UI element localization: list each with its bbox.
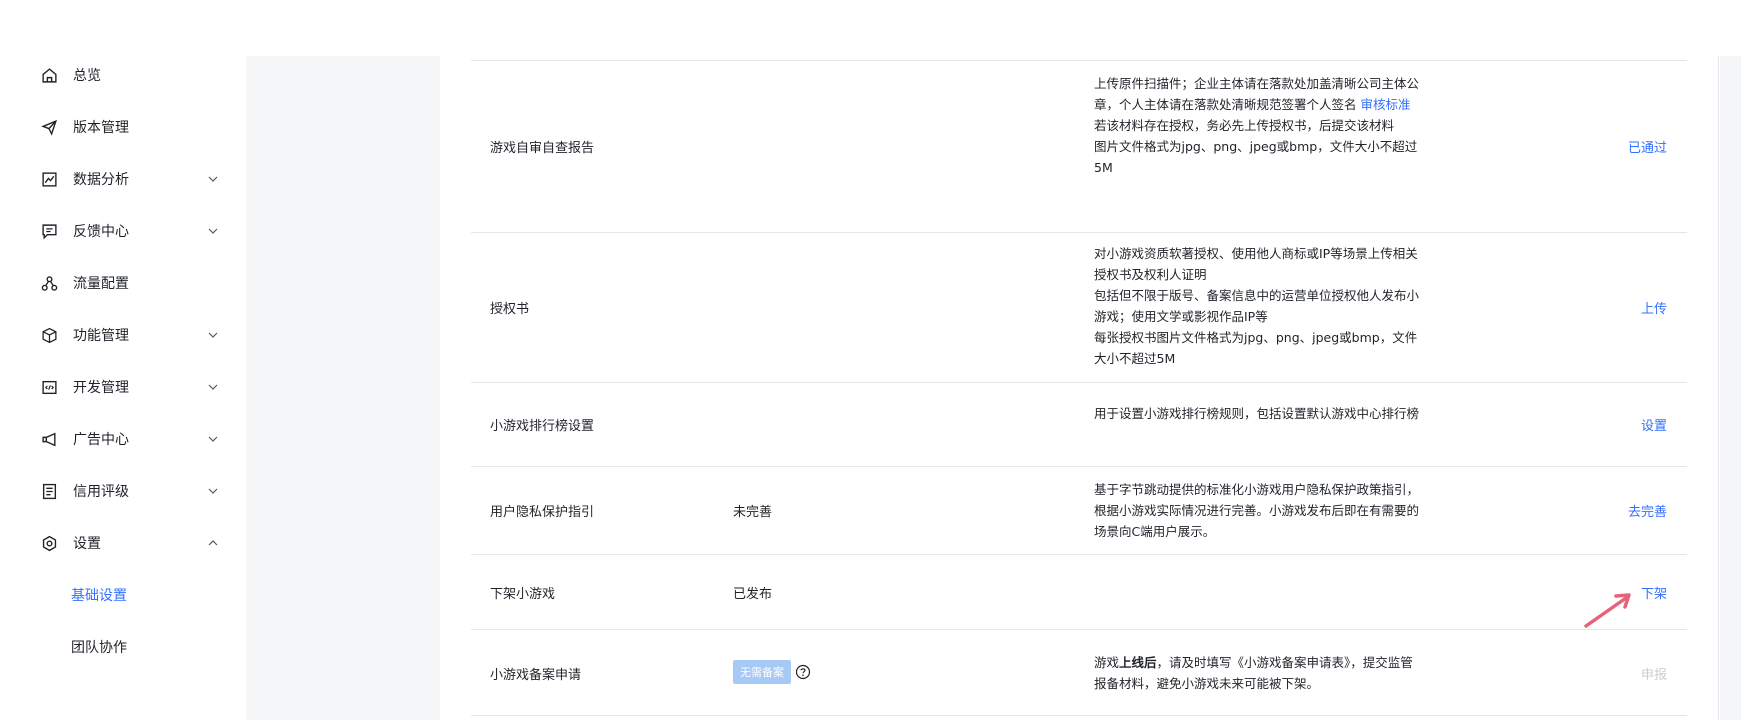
row-name: 授权书 bbox=[490, 302, 530, 317]
sidebar-item-label: 信用评级 bbox=[73, 484, 129, 500]
apply-button[interactable]: 申报 bbox=[1641, 664, 1667, 683]
row-status: 已发布 bbox=[733, 587, 773, 602]
code-icon bbox=[41, 379, 58, 396]
table-row: 下架小游戏 已发布 下架 bbox=[471, 555, 1687, 630]
desc-text: 每张授权书图片文件格式为jpg、png、jpeg或bmp，文件大小不超过5M bbox=[1094, 330, 1418, 366]
review-standard-link[interactable]: 审核标准 bbox=[1361, 97, 1411, 112]
sidebar-subitem-team[interactable]: 团队协作 bbox=[0, 627, 246, 667]
message-icon bbox=[41, 223, 58, 240]
sidebar-item-development[interactable]: 开发管理 bbox=[0, 367, 246, 407]
table-row: 小游戏备案申请 无需备案 游戏上线后，请及时填写《小游戏备案申请表》，提交监管报… bbox=[471, 630, 1687, 716]
cube-icon bbox=[41, 327, 58, 344]
row-description: 用于设置小游戏排行榜规则，包括设置默认游戏中心排行榜 bbox=[1094, 403, 1424, 424]
chevron-down-icon bbox=[208, 228, 218, 234]
home-icon bbox=[41, 67, 58, 84]
sidebar-item-overview[interactable]: 总览 bbox=[0, 55, 246, 95]
desc-text: 用于设置小游戏排行榜规则，包括设置默认游戏中心排行榜 bbox=[1094, 406, 1420, 421]
desc-text: 包括但不限于版号、备案信息中的运营单位授权他人发布小游戏；使用文学或影视作品IP… bbox=[1094, 288, 1420, 324]
sidebar-item-label: 开发管理 bbox=[73, 380, 129, 396]
sidebar-item-traffic[interactable]: 流量配置 bbox=[0, 263, 246, 303]
chevron-down-icon bbox=[208, 384, 218, 390]
table-row: 授权书 对小游戏资质软著授权、使用他人商标或IP等场景上传相关授权书及权利人证明… bbox=[471, 233, 1687, 383]
chevron-down-icon bbox=[208, 488, 218, 494]
row-description: 对小游戏资质软著授权、使用他人商标或IP等场景上传相关授权书及权利人证明 包括但… bbox=[1094, 243, 1424, 369]
sidebar-item-label: 反馈中心 bbox=[73, 224, 129, 240]
sidebar-item-label: 版本管理 bbox=[73, 120, 129, 136]
passed-button[interactable]: 已通过 bbox=[1628, 137, 1667, 156]
row-description: 基于字节跳动提供的标准化小游戏用户隐私保护政策指引，根据小游戏实际情况进行完善。… bbox=[1094, 479, 1424, 542]
sidebar-subitem-basic-settings[interactable]: 基础设置 bbox=[0, 575, 246, 615]
share-icon bbox=[41, 275, 58, 292]
chevron-up-icon bbox=[208, 540, 218, 546]
row-name: 游戏自审自查报告 bbox=[490, 141, 595, 156]
desc-text: 基于字节跳动提供的标准化小游戏用户隐私保护政策指引，根据小游戏实际情况进行完善。… bbox=[1094, 482, 1420, 539]
gear-icon bbox=[41, 535, 58, 552]
row-status: 未完善 bbox=[733, 505, 773, 520]
table-row: 游戏自审自查报告 上传原件扫描件；企业主体请在落款处加盖清晰公司主体公章，个人主… bbox=[471, 61, 1687, 233]
sidebar-item-settings[interactable]: 设置 bbox=[0, 523, 246, 563]
scrollbar-track[interactable] bbox=[1718, 56, 1719, 720]
row-name: 下架小游戏 bbox=[490, 587, 556, 602]
sidebar-item-label: 功能管理 bbox=[73, 328, 129, 344]
takedown-button[interactable]: 下架 bbox=[1641, 583, 1667, 602]
sidebar-item-label: 设置 bbox=[73, 536, 101, 552]
desc-text: 游戏 bbox=[1094, 655, 1120, 670]
row-name: 用户隐私保护指引 bbox=[490, 505, 595, 520]
desc-text: 图片文件格式为jpg、png、jpeg或bmp，文件大小不超过5M bbox=[1094, 139, 1418, 175]
sidebar-item-features[interactable]: 功能管理 bbox=[0, 315, 246, 355]
status-badge: 无需备案 bbox=[733, 660, 791, 684]
row-status: 无需备案 bbox=[733, 660, 811, 684]
sidebar-item-analytics[interactable]: 数据分析 bbox=[0, 159, 246, 199]
sidebar: 总览 版本管理 数据分析 反馈中心 流量配置 功能管理 开发管理 广告中心 信用… bbox=[0, 0, 246, 720]
sidebar-item-label: 基础设置 bbox=[71, 588, 127, 604]
upload-button[interactable]: 上传 bbox=[1641, 298, 1667, 317]
document-icon bbox=[41, 483, 58, 500]
chevron-down-icon bbox=[208, 332, 218, 338]
table-row: 小游戏排行榜设置 用于设置小游戏排行榜规则，包括设置默认游戏中心排行榜 设置 bbox=[471, 383, 1687, 467]
sidebar-item-label: 广告中心 bbox=[73, 432, 129, 448]
desc-text: 若该材料存在授权，务必先上传授权书，后提交该材料 bbox=[1094, 118, 1395, 133]
annotation-arrow-icon bbox=[1584, 593, 1631, 628]
help-icon[interactable] bbox=[795, 664, 811, 680]
chevron-down-icon bbox=[208, 176, 218, 182]
row-description: 上传原件扫描件；企业主体请在落款处加盖清晰公司主体公章，个人主体请在落款处清晰规… bbox=[1094, 73, 1424, 178]
table-row: 用户隐私保护指引 未完善 基于字节跳动提供的标准化小游戏用户隐私保护政策指引，根… bbox=[471, 467, 1687, 555]
complete-button[interactable]: 去完善 bbox=[1628, 501, 1667, 520]
sidebar-item-label: 流量配置 bbox=[73, 276, 129, 292]
row-description: 游戏上线后，请及时填写《小游戏备案申请表》，提交监管报备材料，避免小游戏未来可能… bbox=[1094, 652, 1424, 694]
send-icon bbox=[41, 119, 58, 136]
sidebar-item-credit[interactable]: 信用评级 bbox=[0, 471, 246, 511]
sidebar-item-label: 总览 bbox=[73, 68, 101, 84]
row-name: 小游戏备案申请 bbox=[490, 668, 582, 683]
megaphone-icon bbox=[41, 431, 58, 448]
desc-bold-text: 上线后 bbox=[1119, 655, 1157, 670]
sidebar-item-label: 数据分析 bbox=[73, 172, 129, 188]
chart-icon bbox=[41, 171, 58, 188]
sidebar-item-version[interactable]: 版本管理 bbox=[0, 107, 246, 147]
row-name: 小游戏排行榜设置 bbox=[490, 419, 595, 434]
sidebar-item-ads[interactable]: 广告中心 bbox=[0, 419, 246, 459]
chevron-down-icon bbox=[208, 436, 218, 442]
sidebar-item-feedback[interactable]: 反馈中心 bbox=[0, 211, 246, 251]
sidebar-item-label: 团队协作 bbox=[71, 640, 127, 656]
settings-button[interactable]: 设置 bbox=[1641, 415, 1667, 434]
desc-text: 对小游戏资质软著授权、使用他人商标或IP等场景上传相关授权书及权利人证明 bbox=[1094, 246, 1418, 282]
